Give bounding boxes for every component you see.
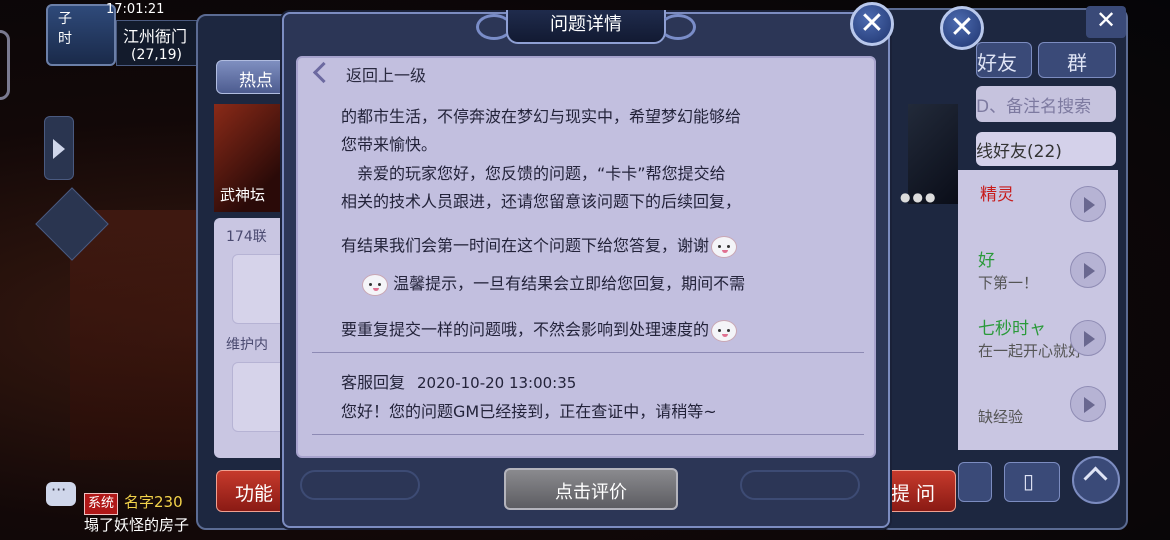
panel-close-button[interactable]: ✕ <box>940 6 984 50</box>
scroll-up-icon[interactable] <box>1072 456 1120 504</box>
clock-text: 17:01:21 <box>106 2 165 17</box>
bear-emoji-icon <box>362 273 388 296</box>
chat-messages[interactable]: 系统 名字230 塌了妖怪的房子 <box>84 492 189 535</box>
cloud-decoration <box>740 470 860 500</box>
friend-row[interactable]: 缺经验 <box>960 372 1110 436</box>
location-name: 江州衙门 <box>123 27 188 46</box>
friend-name: 好 <box>978 251 995 271</box>
friend-signature: 缺经验 <box>978 408 1024 426</box>
tab-hot-label: 热点 <box>239 71 273 91</box>
message-line: 要重复提交一样的问题哦，不然会影响到处理速度的 <box>341 316 738 342</box>
friend-row[interactable]: 七秒时ャ 在一起开心就好 <box>960 306 1110 370</box>
tab-group[interactable]: 群 <box>1038 42 1116 78</box>
location-coords: (27,19) <box>131 47 183 63</box>
back-link[interactable]: 返回上一级 <box>308 60 508 86</box>
side-tool-button[interactable] <box>958 462 992 502</box>
friend-search-input[interactable]: D、备注名搜索 <box>976 86 1116 122</box>
message-line: 温馨提示，一旦有结果会立即给您回复，期间不需 <box>360 270 745 296</box>
divider <box>312 352 864 353</box>
chat-sender-name[interactable]: 名字230 <box>124 493 183 511</box>
friend-name: 精灵 <box>980 185 1014 205</box>
card-line: 维护内 <box>226 337 268 353</box>
chat-bubble-icon[interactable] <box>46 480 76 506</box>
chevron-left-icon <box>310 60 328 84</box>
edge-ring-decoration <box>0 30 10 100</box>
sad-emoji-icon <box>711 319 738 342</box>
friend-signature: 下第一！ <box>978 274 1039 292</box>
friend-row[interactable]: 精灵 <box>960 172 1110 236</box>
message-line-text: 有结果我们会第一时间在这个问题下给您答复，谢谢 <box>341 236 710 255</box>
trash-icon: ▯ <box>1023 469 1035 493</box>
friend-signature: 在一起开心就好 <box>978 342 1084 360</box>
message-line-text: 要重复提交一样的问题哦，不然会影响到处理速度的 <box>341 320 710 339</box>
back-label: 返回上一级 <box>346 66 427 85</box>
trash-button[interactable]: ▯ <box>1004 462 1060 502</box>
function-button-label: 功能 <box>235 483 274 505</box>
banner-caption: 武神坛 <box>220 186 266 204</box>
rate-button[interactable]: 点击评价 <box>504 468 678 510</box>
smile-emoji-icon <box>711 235 738 258</box>
friend-row[interactable]: 好 下第一！ <box>960 238 1110 302</box>
chat-system-tag: 系统 <box>84 493 119 515</box>
message-line: 的都市生活，不停奔波在梦幻与现实中，希望梦幻能够给 <box>341 107 742 126</box>
cloud-decoration <box>300 470 420 500</box>
ask-question-button[interactable]: 提 问 <box>884 470 956 512</box>
message-line: 您带来愉快。 <box>341 135 438 154</box>
divider <box>312 434 864 435</box>
message-line-text: 温馨提示，一旦有结果会立即给您回复，期间不需 <box>393 274 746 293</box>
reply-text: 您好！您的问题GM已经接到，正在查证中，请稍等~ <box>341 402 717 421</box>
friends-close-button[interactable]: ✕ <box>1086 6 1126 38</box>
message-line: 有结果我们会第一时间在这个问题下给您答复，谢谢 <box>341 232 738 258</box>
tab-group-label: 群 <box>1067 51 1087 75</box>
message-line: 亲爱的玩家您好，您反馈的问题，“卡卡”帮您提交给 <box>341 164 726 183</box>
tab-friends-label: 好友 <box>977 51 1017 75</box>
message-line: 相关的技术人员跟进，还请您留意该问题下的后续回复， <box>341 192 742 211</box>
chevron-right-icon[interactable] <box>1070 186 1106 222</box>
reply-header: 客服回复 2020-10-20 13:00:35 <box>341 369 576 393</box>
activity-banner-image-right[interactable] <box>908 104 958 204</box>
chevron-right-icon[interactable] <box>1070 252 1106 288</box>
ask-button-label: 提 问 <box>891 483 936 505</box>
close-icon: ✕ <box>1096 6 1117 34</box>
reply-timestamp: 2020-10-20 13:00:35 <box>417 374 577 392</box>
online-friends-header[interactable]: 线好友(22) <box>976 132 1116 166</box>
close-icon: ✕ <box>859 6 885 41</box>
dialog-close-button[interactable]: ✕ <box>850 2 894 46</box>
search-placeholder: D、备注名搜索 <box>976 97 1092 117</box>
chevron-right-icon[interactable] <box>1070 386 1106 422</box>
title-ornament <box>660 14 696 40</box>
side-expand-arrow-icon[interactable] <box>44 116 74 180</box>
chevron-right-icon[interactable] <box>1070 320 1106 356</box>
rate-button-label: 点击评价 <box>555 482 627 503</box>
card-line: 174联 <box>226 229 267 245</box>
chat-line: 塌了妖怪的房子 <box>84 516 190 534</box>
tab-friends[interactable]: 好友 <box>976 42 1032 78</box>
friend-name: 七秒时ャ <box>978 319 1046 339</box>
online-friends-label: 线好友(22) <box>976 142 1062 162</box>
dialog-title: 问题详情 <box>506 10 666 44</box>
close-icon: ✕ <box>949 10 975 45</box>
dialog-title-bar: 问题详情 <box>476 10 696 44</box>
reply-label: 客服回复 <box>341 373 406 392</box>
banner-page-dots: ●●● <box>900 190 938 204</box>
